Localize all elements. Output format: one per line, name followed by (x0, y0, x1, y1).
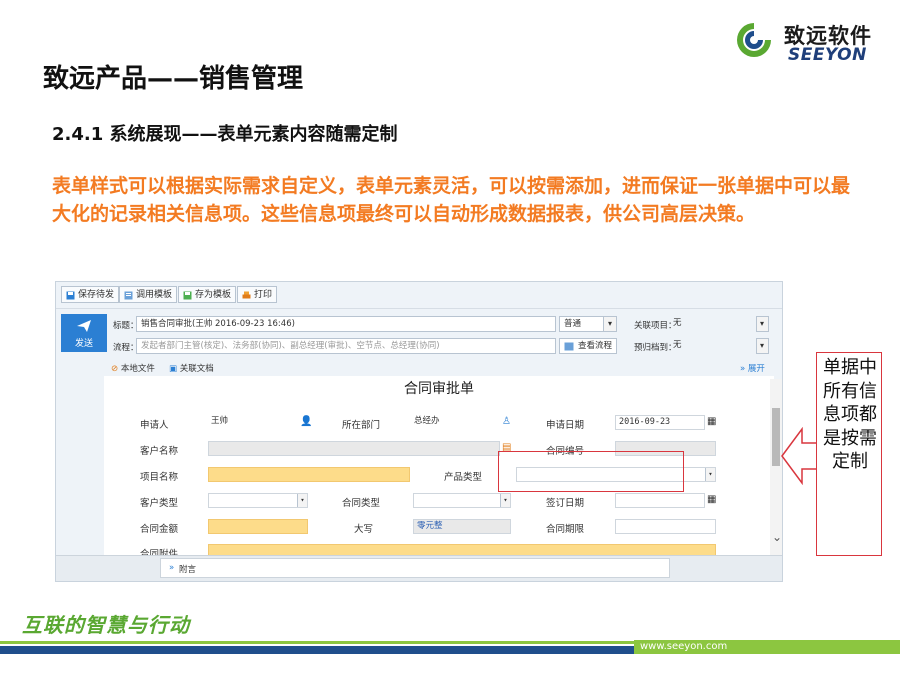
template-icon (124, 291, 133, 300)
form-toolbar: 保存待发 调用模板 存为模板 打印 (56, 282, 782, 309)
view-workflow-button[interactable]: 查看流程 (559, 338, 617, 354)
chevron-down-icon: ▾ (297, 494, 307, 507)
project-name-label: 项目名称 (140, 472, 179, 483)
subject-input[interactable]: 销售合同审批(王帅 2016-09-23 16:46) (136, 316, 556, 332)
print-button[interactable]: 打印 (237, 286, 278, 303)
sign-date-label: 签订日期 (546, 498, 585, 509)
related-doc-link[interactable]: ▣ 关联文档 (169, 362, 214, 374)
archive-select[interactable]: 无 (669, 338, 769, 354)
chevron-down-icon: ▾ (757, 317, 768, 331)
print-icon (242, 291, 251, 299)
amount-field[interactable] (208, 519, 308, 534)
chevron-down-icon: ▾ (705, 468, 715, 481)
brand-name-en: SEEYON (788, 45, 867, 65)
calendar-icon[interactable]: ▦ (707, 416, 716, 427)
sign-date-field[interactable] (615, 493, 705, 508)
footer-slogan: 互联的智慧与行动 (22, 613, 190, 637)
attachment-tab-label: 附言 (179, 565, 197, 575)
section-title: 2.4.1 系统展现——表单元素内容随需定制 (52, 124, 398, 145)
footer-green-line (0, 641, 634, 644)
dept-picker-icon[interactable]: ♙ (502, 416, 511, 427)
related-doc-label: 关联文档 (179, 364, 214, 374)
calendar-icon[interactable]: ▦ (707, 494, 716, 505)
app-screenshot: 保存待发 调用模板 存为模板 打印 发送 标题： 销售合同审批(王帅 2016-… (55, 281, 783, 582)
form-title: 合同审批单 (404, 381, 474, 397)
local-file-link[interactable]: ⊘ 本地文件 (111, 362, 155, 374)
archive-dropdown[interactable]: ▾ (756, 338, 769, 354)
view-workflow-label: 查看流程 (578, 341, 613, 351)
apply-date-label: 申请日期 (546, 420, 585, 431)
footer-navy-line (0, 646, 634, 654)
product-type-label: 产品类型 (444, 472, 483, 483)
save-icon (66, 291, 75, 300)
save-as-template-button[interactable]: 存为模板 (178, 286, 237, 303)
save-draft-label: 保存待发 (78, 290, 115, 300)
workflow-icon (564, 342, 574, 351)
contract-type-label: 合同类型 (342, 498, 381, 509)
left-arrow-icon (781, 427, 819, 485)
period-label: 合同期限 (546, 524, 585, 535)
scrollbar-thumb[interactable] (772, 408, 780, 466)
workflow-label: 流程： (113, 343, 139, 353)
footer-url[interactable]: www.seeyon.com (640, 641, 727, 652)
period-field[interactable] (615, 519, 716, 534)
contract-type-select[interactable]: ▾ (413, 493, 511, 508)
related-project-dropdown[interactable]: ▾ (756, 316, 769, 332)
double-chevron-down-icon: » (169, 563, 175, 573)
description-text: 表单样式可以根据实际需求自定义，表单元素灵活，可以按需添加，进而保证一张单据中可… (52, 175, 851, 225)
dept-label: 所在部门 (342, 420, 381, 431)
expand-link[interactable]: » 展开 (740, 362, 765, 374)
customer-type-select[interactable]: ▾ (208, 493, 308, 508)
send-button[interactable]: 发送 (61, 314, 107, 352)
save-as-template-label: 存为模板 (195, 290, 232, 300)
project-name-field[interactable] (208, 467, 410, 482)
double-chevron-down-icon: » (740, 364, 746, 374)
highlight-rectangle (498, 451, 684, 492)
attachment-tab[interactable]: » 附言 (160, 558, 670, 578)
save-template-icon (183, 291, 192, 300)
uppercase-field: 零元整 (413, 519, 511, 534)
print-label: 打印 (254, 290, 273, 300)
uppercase-label: 大写 (354, 524, 374, 535)
call-template-button[interactable]: 调用模板 (119, 286, 178, 303)
priority-select[interactable]: 普通 ▾ (559, 316, 617, 332)
priority-value: 普通 (564, 319, 582, 329)
send-plane-icon (77, 320, 91, 332)
dept-field[interactable]: 总经办 (411, 415, 501, 430)
call-template-label: 调用模板 (136, 290, 173, 300)
customer-name-field[interactable] (208, 441, 500, 456)
amount-label: 合同金额 (140, 524, 179, 535)
paperclip-icon: ⊘ (111, 364, 119, 374)
related-project-value: 无 (673, 318, 682, 328)
user-picker-icon[interactable]: 👤 (300, 416, 312, 427)
seeyon-logo-icon (737, 23, 771, 57)
applicant-label: 申请人 (140, 420, 169, 431)
local-file-label: 本地文件 (120, 364, 155, 374)
save-draft-button[interactable]: 保存待发 (61, 286, 120, 303)
document-icon: ▣ (169, 364, 178, 374)
scroll-down-icon[interactable]: ⌄ (772, 530, 782, 544)
callout-text: 单据中所有信息项都是按需定制 (823, 357, 877, 472)
chevron-down-icon: ▾ (500, 494, 510, 507)
applicant-field[interactable]: 王帅 (208, 415, 298, 430)
customer-type-label: 客户类型 (140, 498, 179, 509)
expand-label: 展开 (747, 364, 765, 374)
chevron-down-icon: ▾ (757, 339, 768, 353)
apply-date-field[interactable]: 2016-09-23 (615, 415, 705, 430)
subject-label: 标题： (113, 321, 139, 331)
page-title: 致远产品——销售管理 (43, 64, 304, 94)
workflow-input[interactable]: 发起者部门主管(核定)、法务部(协同)、副总经理(审批)、空节点、总经理(协同) (136, 338, 556, 354)
related-project-select[interactable]: 无 (669, 316, 769, 332)
customer-name-label: 客户名称 (140, 446, 179, 457)
send-label: 发送 (74, 339, 93, 349)
archive-value: 无 (673, 340, 682, 350)
chevron-down-icon: ▾ (603, 317, 616, 331)
